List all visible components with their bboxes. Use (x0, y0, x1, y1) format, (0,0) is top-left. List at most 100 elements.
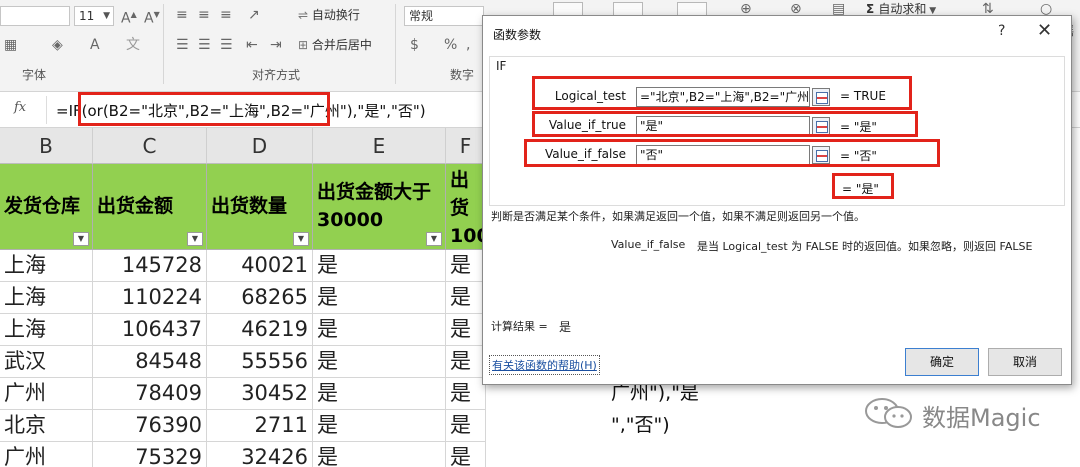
insert-function-icon[interactable]: fx (14, 100, 26, 115)
wrap-text-label: 自动换行 (311, 8, 360, 22)
align-left-icon[interactable]: ☰ (176, 36, 189, 54)
align-middle-icon[interactable]: ≡ (198, 6, 210, 24)
cell-f[interactable]: 是 (446, 410, 486, 442)
cell-quantity[interactable]: 68265 (207, 282, 313, 314)
cell-f[interactable]: 是 (446, 250, 486, 282)
cell-over-30000[interactable]: 是 (313, 346, 446, 378)
filter-dropdown-icon[interactable]: ▼ (187, 232, 203, 246)
cell-amount[interactable]: 110224 (93, 282, 207, 314)
filter-dropdown-icon[interactable]: ▼ (426, 232, 442, 246)
font-name-combo[interactable] (0, 6, 70, 26)
merge-center-label: 合并后居中 (311, 38, 372, 52)
column-header-f[interactable]: F (446, 128, 486, 164)
align-bottom-icon[interactable]: ≡ (220, 6, 232, 24)
cell-amount[interactable]: 78409 (93, 378, 207, 410)
header-label-line: 出货金额大于 (317, 181, 432, 203)
cell-f[interactable]: 是 (446, 314, 486, 346)
cell-over-30000[interactable]: 是 (313, 378, 446, 410)
column-header-e[interactable]: E (313, 128, 446, 164)
highlight-box (532, 111, 918, 137)
cell-quantity[interactable]: 2711 (207, 410, 313, 442)
header-cell-amount-over-30000[interactable]: 出货金额大于 30000 ▼ (313, 164, 446, 250)
cell-over-30000[interactable]: 是 (313, 282, 446, 314)
font-color-icon[interactable]: A (90, 36, 100, 54)
cell-warehouse[interactable]: 上海 (0, 282, 93, 314)
cell-quantity[interactable]: 55556 (207, 346, 313, 378)
cell-warehouse[interactable]: 北京 (0, 410, 93, 442)
number-format-value: 常规 (409, 9, 434, 23)
font-size-value: 11 (79, 9, 95, 23)
comma-style-icon[interactable]: , (466, 36, 470, 54)
watermark-text: 数据Magic (922, 404, 1041, 432)
divider (46, 96, 47, 124)
header-cell-warehouse[interactable]: 发货仓库 ▼ (0, 164, 93, 250)
phonetic-icon[interactable]: 文 (126, 36, 140, 54)
function-help-link[interactable]: 有关该函数的帮助(H) (489, 355, 600, 375)
cell-warehouse[interactable]: 武汉 (0, 346, 93, 378)
help-button[interactable]: ? (998, 23, 1005, 39)
cell-amount[interactable]: 75329 (93, 442, 207, 467)
sigma-icon: Σ (866, 2, 879, 16)
header-cell-f[interactable]: 出货 100 300 (446, 164, 486, 250)
close-button[interactable]: ✕ (1037, 20, 1052, 41)
result-label: 计算结果 = (491, 320, 548, 333)
cell-over-30000[interactable]: 是 (313, 442, 446, 467)
cell-f[interactable]: 是 (446, 442, 486, 467)
group-label-alignment: 对齐方式 (252, 68, 301, 82)
cell-quantity[interactable]: 32426 (207, 442, 313, 467)
font-size-combo[interactable]: 11 ▼ (74, 6, 114, 26)
cell-over-30000[interactable]: 是 (313, 410, 446, 442)
grow-font-icon[interactable]: A▲ (121, 6, 137, 28)
align-right-icon[interactable]: ☰ (220, 36, 233, 54)
cell-warehouse[interactable]: 上海 (0, 314, 93, 346)
cell-amount[interactable]: 106437 (93, 314, 207, 346)
fill-color-icon[interactable]: ◈ (52, 36, 63, 54)
cell-f[interactable]: 是 (446, 378, 486, 410)
header-label-line: 30000 (317, 209, 384, 231)
column-header-d[interactable]: D (207, 128, 313, 164)
column-header-b[interactable]: B (0, 128, 93, 164)
cell-warehouse[interactable]: 广州 (0, 378, 93, 410)
number-format-combo[interactable]: 常规 (404, 6, 484, 26)
merge-center-button[interactable]: ⊞ 合并后居中 (298, 36, 372, 54)
header-cell-quantity[interactable]: 出货数量 ▼ (207, 164, 313, 250)
filter-dropdown-icon[interactable]: ▼ (293, 232, 309, 246)
decrease-indent-icon[interactable]: ⇤ (246, 36, 258, 54)
filter-dropdown-icon[interactable]: ▼ (73, 232, 89, 246)
cell-f[interactable]: 是 (446, 346, 486, 378)
ok-button[interactable]: 确定 (905, 348, 979, 376)
cell-warehouse[interactable]: 广州 (0, 442, 93, 467)
border-icon[interactable]: ▦ (4, 36, 17, 54)
increase-indent-icon[interactable]: ⇥ (270, 36, 282, 54)
header-label-line: 出货 (450, 169, 470, 219)
column-header-c[interactable]: C (93, 128, 207, 164)
cell-over-30000[interactable]: 是 (313, 314, 446, 346)
result-value: 是 (559, 320, 572, 334)
percent-icon[interactable]: % (444, 36, 457, 54)
cell-amount[interactable]: 84548 (93, 346, 207, 378)
header-cell-amount[interactable]: 出货金额 ▼ (93, 164, 207, 250)
wrap-text-button[interactable]: ⇌ 自动换行 (298, 6, 360, 24)
autosum-label: 自动求和 (878, 2, 927, 16)
cell-quantity[interactable]: 30452 (207, 378, 313, 410)
cell-amount[interactable]: 145728 (93, 250, 207, 282)
shrink-font-icon[interactable]: A▼ (144, 6, 160, 28)
cell-amount[interactable]: 76390 (93, 410, 207, 442)
cell-warehouse[interactable]: 上海 (0, 250, 93, 282)
header-label: 出货金额 (97, 195, 174, 217)
function-name: IF (496, 59, 507, 73)
align-center-icon[interactable]: ☰ (198, 36, 211, 54)
accounting-format-icon[interactable]: $ (410, 36, 419, 54)
cancel-button[interactable]: 取消 (988, 348, 1062, 376)
highlight-box (832, 173, 894, 199)
group-label-number: 数字 (450, 68, 475, 82)
highlight-box (524, 139, 940, 167)
divider (163, 4, 164, 84)
orientation-icon[interactable]: ↗ (248, 6, 260, 24)
cell-quantity[interactable]: 46219 (207, 314, 313, 346)
header-label: 出货数量 (211, 195, 288, 217)
cell-f[interactable]: 是 (446, 282, 486, 314)
cell-quantity[interactable]: 40021 (207, 250, 313, 282)
align-top-icon[interactable]: ≡ (176, 6, 188, 24)
cell-over-30000[interactable]: 是 (313, 250, 446, 282)
